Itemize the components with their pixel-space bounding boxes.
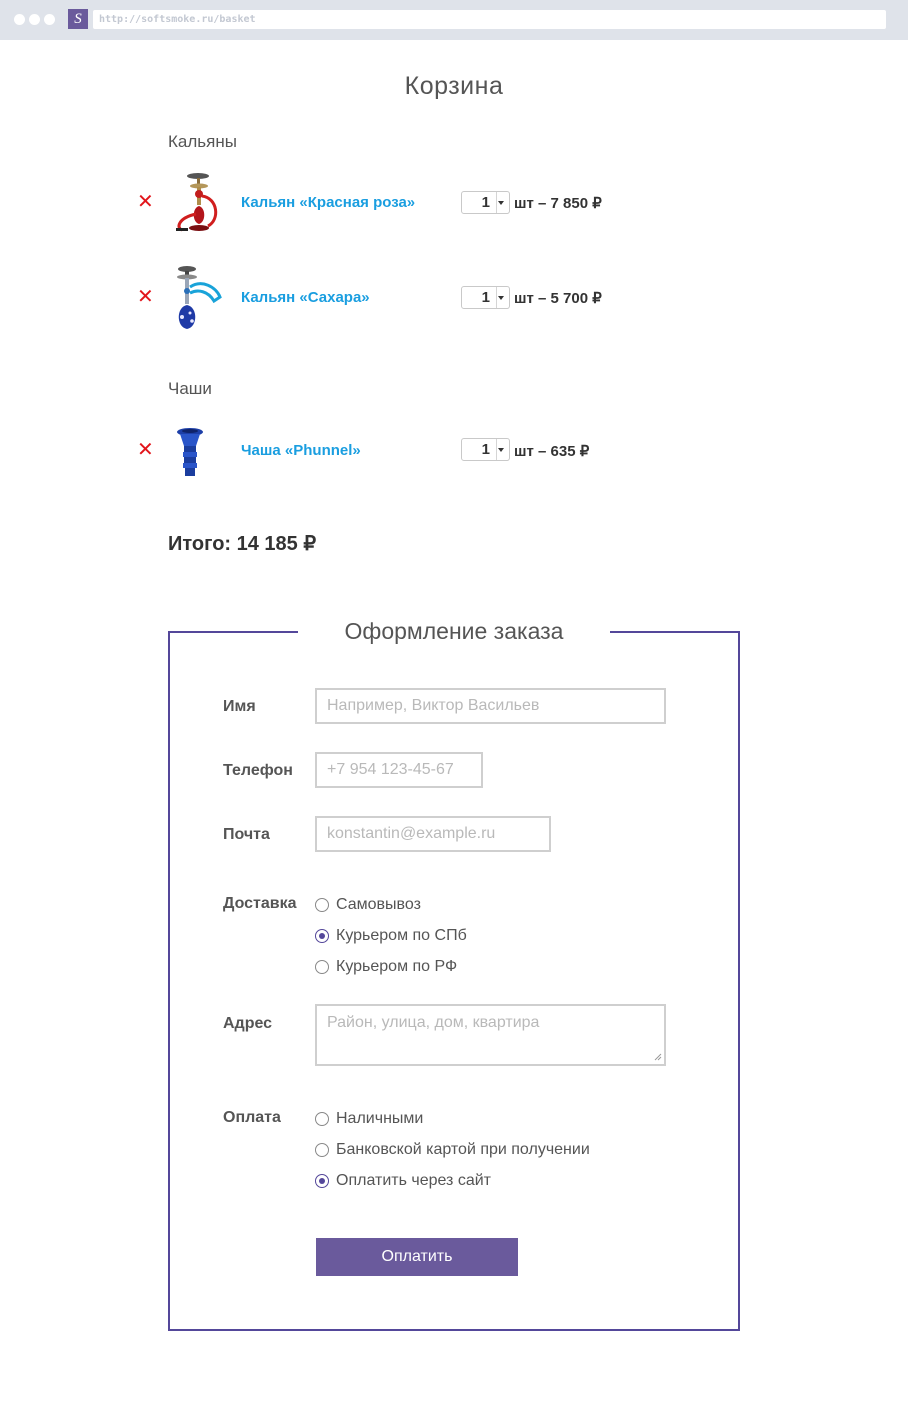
window-dot (44, 14, 55, 25)
category-title: Чаши (168, 379, 212, 398)
cart-item-link[interactable]: Чаша «Phunnel» (241, 442, 361, 459)
quantity-divider (496, 192, 497, 213)
remove-icon[interactable]: ✕ (137, 287, 154, 307)
hookah-red-image (176, 173, 218, 232)
quantity-select[interactable]: 1 (461, 191, 510, 214)
hookah-blue-image (177, 266, 222, 329)
radio-label: Самовывоз (336, 896, 421, 913)
remove-icon[interactable]: ✕ (137, 192, 154, 212)
name-label: Имя (223, 698, 256, 715)
address-bar[interactable]: http://softsmoke.ru/basket (93, 10, 886, 29)
delivery-label: Доставка (223, 895, 297, 912)
bowl-blue-image (177, 428, 203, 476)
radio-label: Курьером по РФ (336, 958, 458, 975)
radio-button[interactable] (315, 898, 329, 912)
cart-item-price: шт – 5 700 ₽ (514, 290, 602, 307)
quantity-select[interactable]: 1 (461, 286, 510, 309)
radio-button[interactable] (315, 1174, 329, 1188)
remove-icon[interactable]: ✕ (137, 440, 154, 460)
radio-label: Курьером по СПб (336, 927, 467, 944)
address-textarea[interactable] (315, 1004, 666, 1066)
pay-button[interactable]: Оплатить (316, 1238, 518, 1276)
cart-total: Итого: 14 185 ₽ (168, 533, 317, 555)
radio-button[interactable] (315, 1112, 329, 1126)
radio-button[interactable] (315, 1143, 329, 1157)
browser-chrome: S http://softsmoke.ru/basket (0, 0, 908, 40)
quantity-divider (496, 287, 497, 308)
site-favicon-icon: S (68, 9, 88, 29)
radio-label: Банковской картой при получении (336, 1141, 590, 1158)
chevron-down-icon (498, 448, 504, 452)
page-title: Корзина (404, 72, 504, 100)
payment-label: Оплата (223, 1109, 281, 1126)
address-label: Адрес (223, 1015, 273, 1032)
chevron-down-icon (498, 296, 504, 300)
cart-item-link[interactable]: Кальян «Сахара» (241, 289, 370, 306)
window-dot (14, 14, 25, 25)
quantity-select[interactable]: 1 (461, 438, 510, 461)
cart-item: ✕ Чаша «Phunnel» 1 шт – 635 ₽ (0, 424, 908, 484)
cart-item: ✕ Кальян «Сахара» 1 шт – 5 700 ₽ (0, 263, 908, 329)
radio-button[interactable] (315, 929, 329, 943)
quantity-value: 1 (481, 194, 490, 211)
cart-item-price: шт – 635 ₽ (514, 443, 590, 460)
order-form (168, 631, 740, 1331)
radio-button[interactable] (315, 960, 329, 974)
email-label: Почта (223, 826, 270, 843)
email-input[interactable] (315, 816, 551, 852)
cart-item-link[interactable]: Кальян «Красная роза» (241, 194, 415, 211)
name-input[interactable] (315, 688, 666, 724)
phone-input[interactable] (315, 752, 483, 788)
window-dot (29, 14, 40, 25)
category-title: Кальяны (168, 132, 237, 151)
cart-item: ✕ Кальян «Красная роза» 1 шт – 7 850 ₽ (0, 170, 908, 232)
quantity-divider (496, 439, 497, 460)
resize-grip-icon[interactable] (654, 1053, 662, 1061)
order-form-title: Оформление заказа (344, 618, 564, 644)
phone-label: Телефон (223, 762, 293, 779)
quantity-value: 1 (481, 441, 490, 458)
radio-label: Оплатить через сайт (336, 1172, 491, 1189)
chevron-down-icon (498, 201, 504, 205)
radio-label: Наличными (336, 1110, 424, 1127)
cart-item-price: шт – 7 850 ₽ (514, 195, 602, 212)
quantity-value: 1 (481, 289, 490, 306)
